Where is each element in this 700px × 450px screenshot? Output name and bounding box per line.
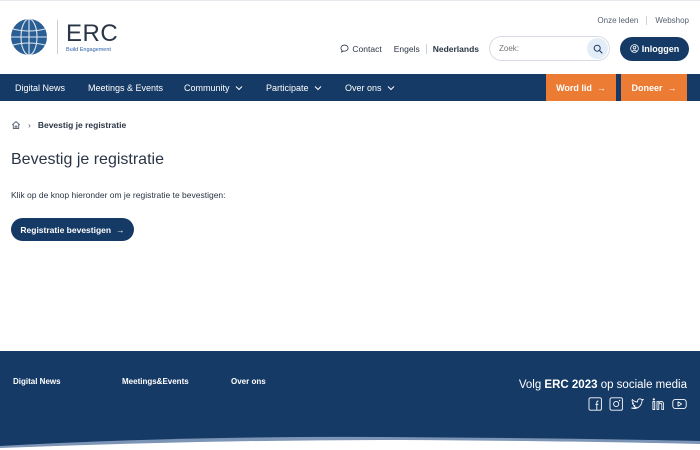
chevron-down-icon (387, 85, 394, 90)
footer-link-meetings-events[interactable]: Meetings&Events (122, 377, 189, 386)
logo-subtitle: Build Engagement (66, 46, 111, 53)
doneer-label: Doneer (631, 82, 663, 93)
nav-item-over-ons[interactable]: Over ons (345, 74, 395, 101)
youtube-icon[interactable] (672, 397, 687, 411)
word-lid-button[interactable]: Word lid → (546, 74, 616, 101)
arrow-right-icon: → (116, 224, 125, 235)
home-icon[interactable] (11, 120, 21, 130)
user-icon (629, 44, 639, 53)
chevron-down-icon (235, 85, 242, 90)
nav-item-label: Community (184, 82, 230, 93)
contact-label: Contact (352, 43, 382, 54)
breadcrumb-current: Bevestig je registratie (37, 120, 127, 130)
language-nederlands[interactable]: Nederlands (433, 44, 479, 54)
chevron-right-icon: › (28, 120, 31, 130)
nav-item-label: Meetings & Events (88, 82, 164, 93)
footer-link-over-ons[interactable]: Over ons (231, 377, 266, 386)
social-brand: ERC 2023 (544, 379, 598, 391)
search-box (489, 36, 610, 61)
nav-item-label: Digital News (15, 82, 66, 93)
social-icons (582, 397, 687, 411)
nav-item-participate[interactable]: Participate (266, 74, 322, 101)
site-header: ERC Build Engagement Onze leden Webshop … (0, 0, 700, 74)
word-lid-label: Word lid (556, 82, 592, 93)
nav-item-label: Over ons (345, 82, 382, 93)
search-button[interactable] (587, 38, 608, 59)
main-nav: Digital News Meetings & Events Community… (0, 74, 700, 101)
chevron-down-icon (314, 85, 321, 90)
logo-divider (57, 20, 58, 54)
login-label: Inloggen (641, 43, 680, 54)
globe-logo-icon (11, 18, 47, 56)
confirm-label: Registratie bevestigen (20, 224, 112, 235)
confirm-registration-button[interactable]: Registratie bevestigen → (11, 218, 134, 241)
arrow-right-icon: → (596, 82, 606, 93)
nav-item-digital-news[interactable]: Digital News (15, 74, 65, 101)
intro-text: Klik op de knop hieronder om je registra… (11, 190, 226, 200)
footer-wave-decoration (0, 436, 700, 450)
doneer-button[interactable]: Doneer → (621, 74, 687, 101)
search-icon (593, 44, 603, 54)
nav-item-label: Participate (266, 82, 309, 93)
social-suffix: op sociale media (600, 379, 687, 391)
social-prefix: Volg (518, 379, 542, 391)
top-links: Onze leden Webshop (597, 16, 689, 25)
breadcrumb: › Bevestig je registratie (11, 120, 126, 130)
top-links-divider (646, 16, 648, 25)
page-title: Bevestig je registratie (11, 151, 164, 168)
login-button[interactable]: Inloggen (620, 36, 689, 61)
utility-bar: Contact Engels Nederlands Inloggen (340, 36, 689, 61)
footer-link-digital-news[interactable]: Digital News (13, 377, 61, 386)
logo-text: ERC Build Engagement (66, 19, 119, 53)
language-divider (425, 43, 427, 54)
twitter-icon[interactable] (630, 397, 645, 411)
nav-item-community[interactable]: Community (184, 74, 243, 101)
logo-title: ERC (66, 19, 119, 47)
link-onze-leden[interactable]: Onze leden (597, 16, 638, 25)
instagram-icon[interactable] (609, 397, 624, 411)
link-webshop[interactable]: Webshop (655, 16, 689, 25)
social-heading: Volg ERC 2023 op sociale media (519, 379, 687, 391)
facebook-icon[interactable] (588, 397, 603, 411)
chat-bubble-icon (340, 44, 349, 53)
site-logo[interactable]: ERC Build Engagement (10, 18, 118, 56)
contact-link[interactable]: Contact (340, 43, 382, 54)
language-engels[interactable]: Engels (394, 44, 420, 54)
site-footer: Digital News Meetings&Events Over ons Vo… (0, 351, 700, 450)
arrow-right-icon: → (667, 82, 677, 93)
linkedin-icon[interactable] (651, 397, 666, 411)
search-input[interactable] (499, 44, 579, 53)
nav-item-meetings-events[interactable]: Meetings & Events (88, 74, 163, 101)
